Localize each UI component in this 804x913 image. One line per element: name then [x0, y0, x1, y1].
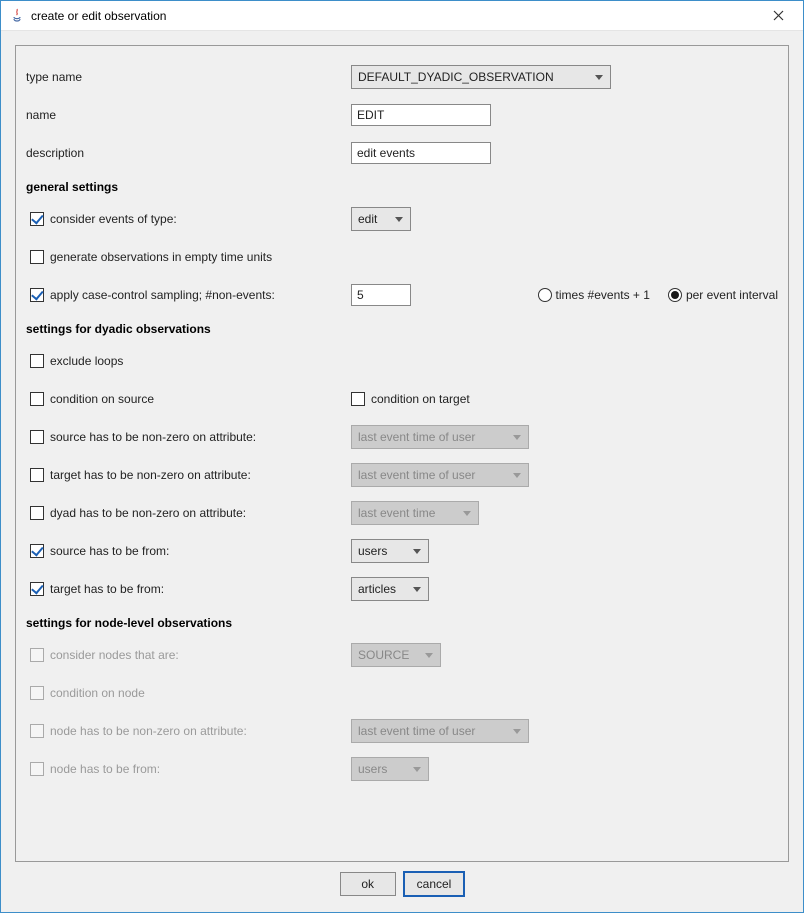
button-row: ok cancel: [15, 862, 789, 896]
node-nonzero-select: last event time of user: [351, 719, 529, 743]
times-events-label: times #events + 1: [556, 288, 650, 302]
non-events-input[interactable]: [351, 284, 411, 306]
condition-node-label: condition on node: [50, 686, 145, 700]
target-from-checkbox[interactable]: [30, 582, 44, 596]
condition-node-checkbox: [30, 686, 44, 700]
target-nonzero-checkbox[interactable]: [30, 468, 44, 482]
condition-source-checkbox[interactable]: [30, 392, 44, 406]
consider-nodes-checkbox: [30, 648, 44, 662]
description-input[interactable]: [351, 142, 491, 164]
node-nonzero-label: node has to be non-zero on attribute:: [50, 724, 247, 738]
consider-events-checkbox[interactable]: [30, 212, 44, 226]
node-from-select: users: [351, 757, 429, 781]
dyad-nonzero-select: last event time: [351, 501, 479, 525]
target-nonzero-label: target has to be non-zero on attribute:: [50, 468, 251, 482]
condition-target-label: condition on target: [371, 392, 470, 406]
java-icon: [9, 8, 25, 24]
consider-nodes-select: SOURCE: [351, 643, 441, 667]
condition-target-checkbox[interactable]: [351, 392, 365, 406]
target-from-label: target has to be from:: [50, 582, 164, 596]
type-name-select[interactable]: DEFAULT_DYADIC_OBSERVATION: [351, 65, 611, 89]
source-nonzero-select: last event time of user: [351, 425, 529, 449]
close-button[interactable]: [755, 1, 801, 30]
target-from-select[interactable]: articles: [351, 577, 429, 601]
name-input[interactable]: [351, 104, 491, 126]
dyad-nonzero-checkbox[interactable]: [30, 506, 44, 520]
section-dyadic: settings for dyadic observations: [26, 314, 778, 342]
source-from-select[interactable]: users: [351, 539, 429, 563]
node-from-label: node has to be from:: [50, 762, 160, 776]
type-name-label: type name: [26, 70, 82, 84]
section-node: settings for node-level observations: [26, 608, 778, 636]
consider-nodes-label: consider nodes that are:: [50, 648, 179, 662]
consider-events-select[interactable]: edit: [351, 207, 411, 231]
case-control-label: apply case-control sampling; #non-events…: [50, 288, 275, 302]
cancel-button[interactable]: cancel: [404, 872, 465, 896]
source-nonzero-checkbox[interactable]: [30, 430, 44, 444]
description-label: description: [26, 146, 84, 160]
per-interval-radio[interactable]: [668, 288, 682, 302]
source-from-label: source has to be from:: [50, 544, 169, 558]
case-control-checkbox[interactable]: [30, 288, 44, 302]
target-nonzero-select: last event time of user: [351, 463, 529, 487]
exclude-loops-checkbox[interactable]: [30, 354, 44, 368]
section-general: general settings: [26, 172, 778, 200]
node-from-checkbox: [30, 762, 44, 776]
node-nonzero-checkbox: [30, 724, 44, 738]
times-events-radio[interactable]: [538, 288, 552, 302]
generate-empty-label: generate observations in empty time unit…: [50, 250, 272, 264]
dialog-window: create or edit observation type name DEF…: [0, 0, 804, 913]
form-panel: type name DEFAULT_DYADIC_OBSERVATION nam…: [15, 45, 789, 862]
source-nonzero-label: source has to be non-zero on attribute:: [50, 430, 256, 444]
ok-button[interactable]: ok: [340, 872, 396, 896]
exclude-loops-label: exclude loops: [50, 354, 123, 368]
per-interval-label: per event interval: [686, 288, 778, 302]
titlebar: create or edit observation: [1, 1, 803, 31]
window-title: create or edit observation: [31, 9, 166, 23]
consider-events-label: consider events of type:: [50, 212, 177, 226]
condition-source-label: condition on source: [50, 392, 154, 406]
content-area: type name DEFAULT_DYADIC_OBSERVATION nam…: [1, 31, 803, 910]
dyad-nonzero-label: dyad has to be non-zero on attribute:: [50, 506, 246, 520]
name-label: name: [26, 108, 56, 122]
source-from-checkbox[interactable]: [30, 544, 44, 558]
generate-empty-checkbox[interactable]: [30, 250, 44, 264]
